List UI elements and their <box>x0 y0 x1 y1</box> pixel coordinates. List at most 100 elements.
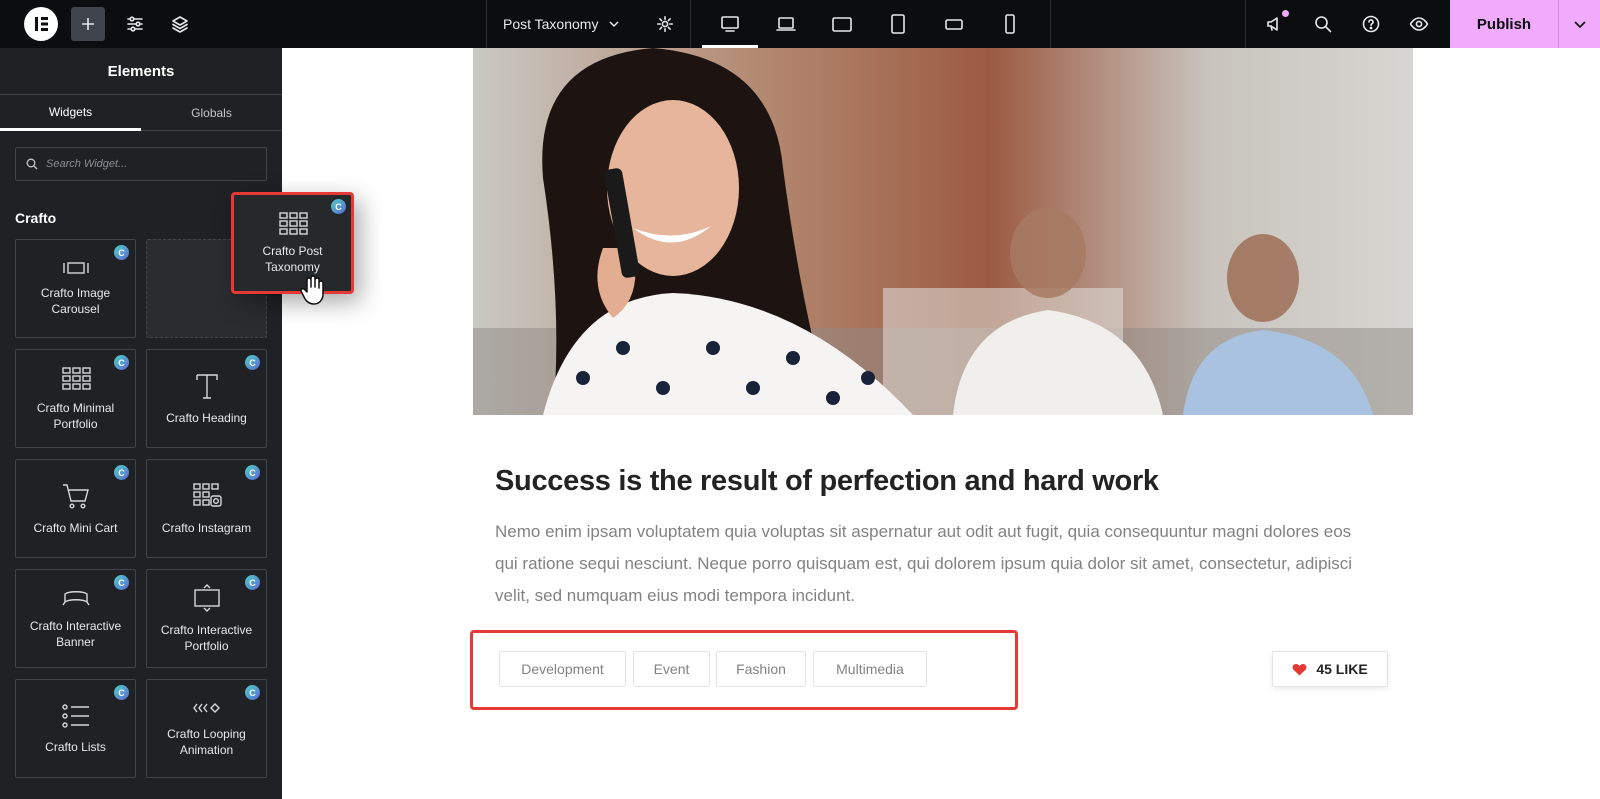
widget-label: Crafto Minimal Portfolio <box>36 400 115 431</box>
panel-tabs: Widgets Globals <box>0 95 282 131</box>
widget-label: Crafto Heading <box>166 410 247 425</box>
grab-cursor-icon <box>299 274 329 311</box>
document-title-dropdown[interactable]: Post Taxonomy <box>503 0 620 48</box>
widget-crafto-looping-animation[interactable]: C Crafto Looping Animation <box>146 679 267 778</box>
cart-icon <box>62 483 89 509</box>
structure-button[interactable] <box>163 0 197 48</box>
desktop-icon <box>721 16 739 32</box>
structure-icon <box>172 16 188 33</box>
tablet-landscape-view-button[interactable] <box>814 0 870 48</box>
banner-icon <box>61 590 90 605</box>
document-title: Post Taxonomy <box>503 16 599 32</box>
post-featured-image <box>473 48 1413 415</box>
crafto-badge: C <box>245 575 260 590</box>
widget-label: Crafto Post Taxonomy <box>262 244 323 274</box>
instagram-grid-icon <box>192 482 222 507</box>
panel-title: Elements <box>0 48 282 95</box>
desktop-view-button[interactable] <box>702 0 758 48</box>
crafto-badge: C <box>114 245 129 260</box>
crafto-badge: C <box>245 355 260 370</box>
widget-crafto-lists[interactable]: C Crafto Lists <box>15 679 136 778</box>
crafto-badge: C <box>114 355 129 370</box>
add-element-button[interactable] <box>71 7 105 41</box>
crafto-badge: C <box>331 199 346 214</box>
crafto-badge: C <box>245 685 260 700</box>
publish-button[interactable]: Publish <box>1450 0 1558 48</box>
tab-widgets[interactable]: Widgets <box>0 95 141 131</box>
interactive-portfolio-icon <box>193 583 220 612</box>
widget-label: Crafto Interactive Banner <box>29 618 122 649</box>
widget-search[interactable] <box>15 147 267 181</box>
list-icon <box>61 703 89 728</box>
mobile-landscape-view-button[interactable] <box>926 0 982 48</box>
crafto-badge: C <box>114 575 129 590</box>
like-button[interactable]: 45 LIKE <box>1272 651 1388 687</box>
widget-crafto-mini-cart[interactable]: C Crafto Mini Cart <box>15 459 136 558</box>
tablet-landscape-icon <box>832 17 852 32</box>
looping-animation-icon <box>192 702 220 713</box>
notification-dot <box>1282 10 1289 17</box>
page-settings-button[interactable] <box>648 0 682 48</box>
tablet-portrait-icon <box>891 14 905 34</box>
laptop-icon <box>776 17 796 31</box>
mobile-landscape-icon <box>945 19 963 30</box>
crafto-badge: C <box>114 465 129 480</box>
like-count: 45 LIKE <box>1316 661 1368 677</box>
site-settings-icon <box>127 16 143 32</box>
widget-crafto-interactive-portfolio[interactable]: C Crafto Interactive Portfolio <box>146 569 267 668</box>
heading-icon <box>195 373 218 399</box>
help-button[interactable] <box>1354 0 1388 48</box>
widget-crafto-image-carousel[interactable]: C Crafto Image Carousel <box>15 239 136 338</box>
top-bar: Post Taxonomy Publish <box>0 0 1600 48</box>
preview-button[interactable] <box>1402 0 1436 48</box>
post-title: Success is the result of perfection and … <box>495 465 1159 497</box>
widget-label: Crafto Lists <box>45 739 106 754</box>
laptop-view-button[interactable] <box>758 0 814 48</box>
tab-globals[interactable]: Globals <box>141 95 282 131</box>
post-excerpt: Nemo enim ipsam voluptatem quia voluptas… <box>495 522 1353 605</box>
widget-crafto-minimal-portfolio[interactable]: C Crafto Minimal Portfolio <box>15 349 136 448</box>
taxonomy-tag[interactable]: Multimedia <box>813 651 927 687</box>
grid-icon <box>61 366 91 390</box>
heart-icon <box>1292 663 1307 675</box>
search-icon <box>1315 16 1332 33</box>
notifications-button[interactable] <box>1258 0 1292 48</box>
add-element-icon <box>82 18 94 30</box>
mobile-portrait-icon <box>1005 14 1015 34</box>
widget-label: Crafto Instagram <box>161 520 252 535</box>
publish-options-button[interactable] <box>1558 0 1600 48</box>
widget-label: Crafto Mini Cart <box>33 520 118 535</box>
image-carousel-icon <box>62 261 89 274</box>
divider <box>690 0 691 48</box>
grid-icon <box>278 212 308 235</box>
divider <box>1245 0 1246 48</box>
search-input[interactable] <box>46 158 246 170</box>
notifications-icon <box>1267 17 1278 31</box>
site-settings-button[interactable] <box>118 0 152 48</box>
elementor-logo-icon[interactable] <box>24 7 58 41</box>
widget-crafto-instagram[interactable]: C Crafto Instagram <box>146 459 267 558</box>
chevron-down-icon <box>609 21 619 28</box>
crafto-badge: C <box>245 465 260 480</box>
mobile-portrait-view-button[interactable] <box>982 0 1038 48</box>
widget-label: Crafto Image Carousel <box>40 285 111 316</box>
page-settings-icon <box>657 16 673 32</box>
search-button[interactable] <box>1306 0 1340 48</box>
taxonomy-tag[interactable]: Event <box>633 651 710 687</box>
divider <box>1050 0 1051 48</box>
widget-crafto-heading[interactable]: C Crafto Heading <box>146 349 267 448</box>
crafto-badge: C <box>114 685 129 700</box>
search-icon <box>26 158 38 170</box>
taxonomy-tag[interactable]: Development <box>499 651 626 687</box>
divider <box>486 0 487 48</box>
tablet-portrait-view-button[interactable] <box>870 0 926 48</box>
widget-label: Crafto Interactive Portfolio <box>160 622 253 653</box>
widget-label: Crafto Looping Animation <box>167 726 246 757</box>
dragged-widget-crafto-post-taxonomy[interactable]: C Crafto Post Taxonomy <box>231 192 354 294</box>
widget-crafto-interactive-banner[interactable]: C Crafto Interactive Banner <box>15 569 136 668</box>
elements-panel: Elements Widgets Globals Crafto C Crafto… <box>0 48 282 799</box>
chevron-down-icon <box>1573 21 1586 29</box>
preview-icon <box>1409 17 1429 31</box>
taxonomy-tag[interactable]: Fashion <box>716 651 806 687</box>
category-title: Crafto <box>15 210 57 226</box>
